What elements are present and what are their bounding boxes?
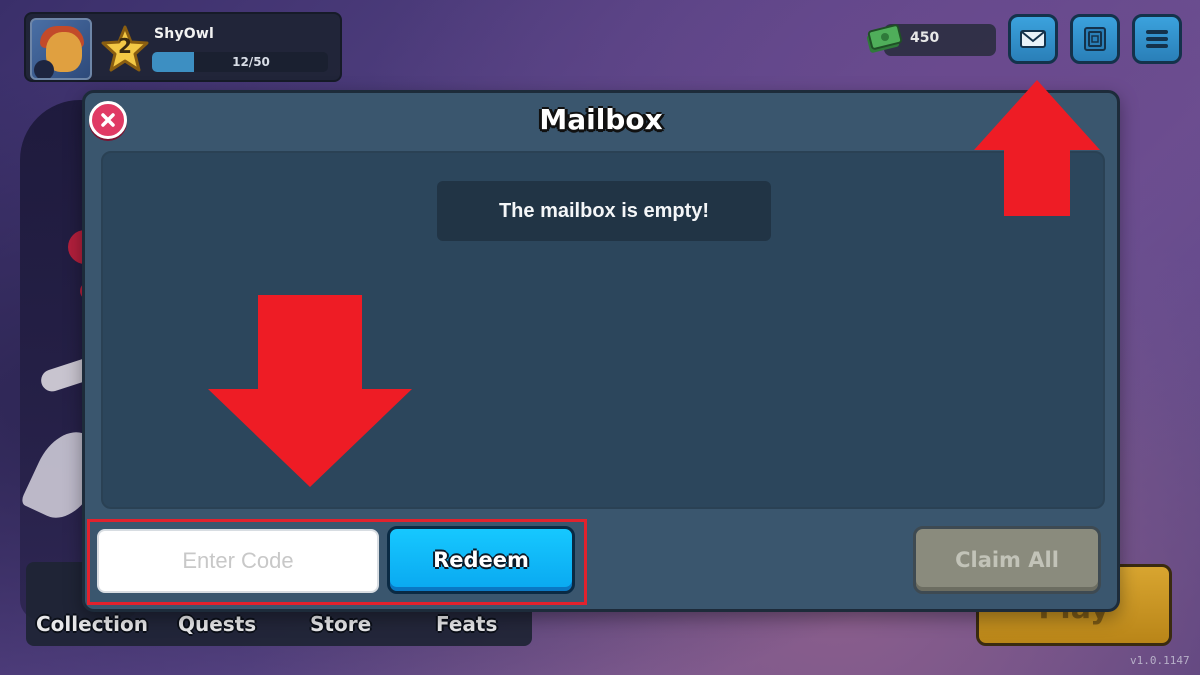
nav-item-feats[interactable]: Feats	[436, 612, 497, 636]
mail-icon	[1020, 30, 1046, 48]
nav-item-quests[interactable]: Quests	[178, 612, 256, 636]
annotation-arrow-up-icon	[974, 80, 1100, 216]
avatar-body	[34, 60, 54, 78]
codes-icon	[1084, 27, 1106, 51]
xp-text: 12/50	[232, 55, 270, 69]
redeem-button[interactable]: Redeem	[387, 526, 575, 594]
nav-item-collection[interactable]: Collection	[36, 612, 148, 636]
annotation-arrow-down-icon	[208, 295, 412, 487]
player-panel[interactable]: 2 ShyOwl 12/50	[24, 12, 342, 82]
nav-item-store[interactable]: Store	[310, 612, 371, 636]
currency-display[interactable]: 450	[864, 22, 996, 56]
code-input[interactable]	[97, 529, 379, 593]
player-level: 2	[118, 34, 132, 58]
hamburger-menu-icon	[1146, 30, 1168, 48]
codes-button[interactable]	[1070, 14, 1120, 64]
menu-button[interactable]	[1132, 14, 1182, 64]
empty-mailbox-message: The mailbox is empty!	[437, 181, 771, 241]
cash-stack-icon	[864, 22, 904, 56]
version-label: v1.0.1147	[1130, 654, 1190, 667]
currency-value: 450	[910, 30, 940, 46]
xp-progress-bar: 12/50	[152, 52, 328, 72]
player-name: ShyOwl	[154, 26, 215, 42]
avatar[interactable]	[30, 18, 92, 80]
modal-title: Mailbox	[539, 103, 663, 136]
mail-button[interactable]	[1008, 14, 1058, 64]
claim-all-button[interactable]: Claim All	[913, 526, 1101, 594]
